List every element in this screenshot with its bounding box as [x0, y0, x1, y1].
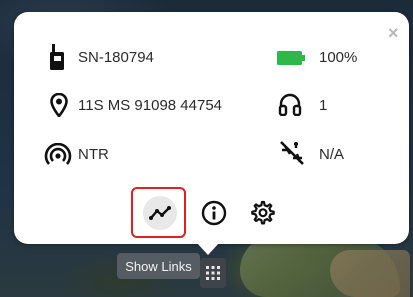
gear-icon: [251, 200, 275, 225]
show-links-button[interactable]: [143, 196, 177, 230]
info-button[interactable]: [197, 196, 231, 230]
link-status: N/A: [319, 146, 345, 163]
battery-icon: [277, 51, 305, 65]
device-cluster-marker[interactable]: [200, 258, 226, 288]
close-button[interactable]: ×: [388, 24, 399, 42]
grid-icon: [206, 266, 220, 280]
trend-line-icon: [149, 206, 171, 220]
location-coordinates: 11S MS 91098 44754: [78, 97, 223, 114]
device-serial: SN-180794: [78, 49, 154, 66]
popup-pointer: [197, 243, 219, 255]
show-links-tooltip: Show Links: [117, 253, 200, 279]
headset-count: 1: [319, 97, 328, 114]
map-land: [330, 250, 410, 297]
headset-icon: [278, 93, 302, 116]
network-name: NTR: [78, 146, 109, 163]
battery-level: 100%: [319, 49, 358, 66]
radio-device-icon: [50, 44, 64, 70]
signal-broadcast-icon: [44, 143, 72, 165]
link-off-icon: [280, 141, 304, 165]
settings-button[interactable]: [245, 196, 279, 230]
info-icon: [201, 200, 227, 226]
location-pin-icon: [50, 93, 68, 117]
